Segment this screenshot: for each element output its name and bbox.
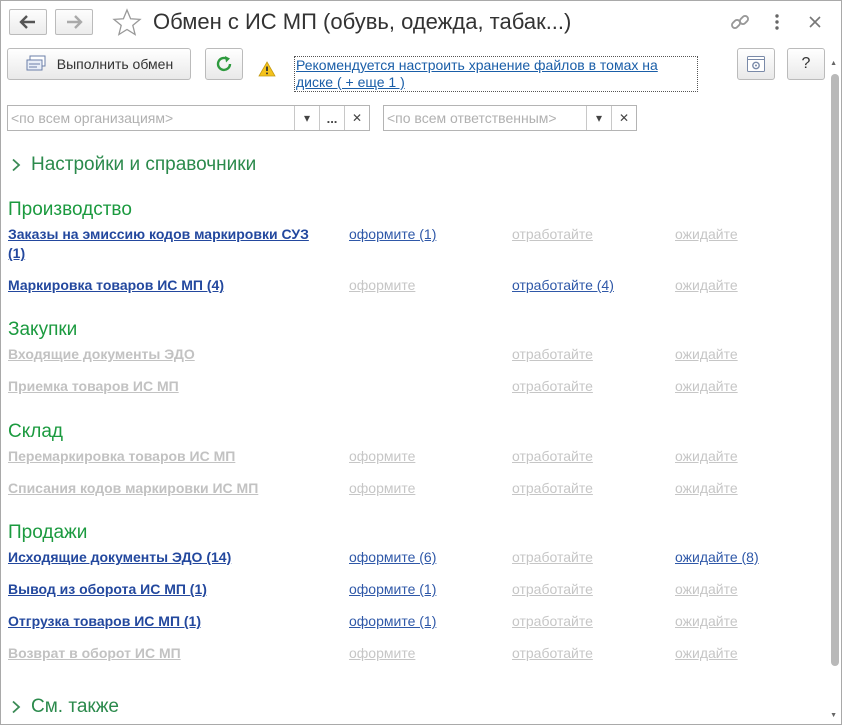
arrow-left-icon: [19, 15, 35, 29]
row-link-withdrawal[interactable]: Вывод из оборота ИС МП (1): [8, 580, 328, 599]
row-link-code-writeoffs[interactable]: Списания кодов маркировки ИС МП: [8, 479, 328, 498]
action-wait-link[interactable]: ожидайте: [675, 479, 738, 498]
exchange-button[interactable]: Выполнить обмен: [7, 48, 191, 80]
organization-filter[interactable]: <по всем организациям> ▾ ... ✕: [7, 105, 370, 131]
exchange-button-label: Выполнить обмен: [56, 56, 174, 72]
chevron-down-icon: ▾: [595, 111, 603, 125]
organization-select-button[interactable]: ...: [319, 106, 344, 130]
warning-icon: [258, 61, 276, 80]
row-link-goods-acceptance[interactable]: Приемка товаров ИС МП: [8, 377, 328, 396]
close-button[interactable]: [803, 10, 827, 34]
action-process-link[interactable]: отработайте: [512, 580, 593, 599]
row-link-goods-marking[interactable]: Маркировка товаров ИС МП (4): [8, 276, 328, 295]
action-wait-link[interactable]: ожидайте: [675, 225, 738, 244]
action-wait-link[interactable]: ожидайте: [675, 377, 738, 396]
action-wait-link[interactable]: ожидайте: [675, 447, 738, 466]
action-process-link[interactable]: отработайте: [512, 345, 593, 364]
star-icon: [112, 8, 142, 36]
window-frame: Обмен с ИС МП (обувь, одежда, табак...) …: [0, 0, 842, 725]
row-link-return-to-circulation[interactable]: Возврат в оборот ИС МП: [8, 644, 328, 663]
action-process-link[interactable]: отработайте: [512, 548, 593, 567]
action-process-link[interactable]: отработайте: [512, 447, 593, 466]
action-register-link[interactable]: оформите (1): [349, 580, 436, 599]
action-register-link[interactable]: оформите: [349, 479, 415, 498]
more-vertical-icon: [775, 14, 779, 30]
refresh-icon: [216, 56, 232, 72]
favorite-button[interactable]: [112, 8, 142, 39]
action-process-link[interactable]: отработайте: [512, 644, 593, 663]
help-button-label: ?: [801, 55, 811, 72]
action-register-link[interactable]: оформите: [349, 276, 415, 295]
storage-notice-link[interactable]: Рекомендуется настроить хранение файлов …: [294, 56, 698, 92]
action-register-link[interactable]: оформите: [349, 447, 415, 466]
row-link-shipment[interactable]: Отгрузка товаров ИС МП (1): [8, 612, 328, 631]
forward-button[interactable]: [55, 9, 93, 35]
action-register-link[interactable]: оформите (6): [349, 548, 436, 567]
action-wait-link[interactable]: ожидайте (8): [675, 548, 759, 567]
action-register-link[interactable]: оформите (1): [349, 612, 436, 631]
see-also-toggle[interactable]: См. также: [11, 696, 119, 718]
settings-group-toggle[interactable]: Настройки и справочники: [11, 154, 256, 176]
section-title-sales: Продажи: [8, 522, 88, 543]
settings-group-label: Настройки и справочники: [31, 154, 257, 175]
organization-filter-placeholder[interactable]: <по всем организациям>: [8, 106, 294, 130]
close-icon: [809, 16, 821, 28]
section-title-purchases: Закупки: [8, 319, 78, 340]
storage-notice-text: Рекомендуется настроить хранение файлов …: [296, 57, 658, 90]
action-process-link[interactable]: отработайте: [512, 377, 593, 396]
action-process-link[interactable]: отработайте: [512, 479, 593, 498]
row-link-outgoing-edo[interactable]: Исходящие документы ЭДО (14): [8, 548, 328, 567]
clear-icon: ✕: [618, 111, 630, 125]
action-register-link[interactable]: оформите: [349, 644, 415, 663]
action-wait-link[interactable]: ожидайте: [675, 644, 738, 663]
settings-icon: [747, 56, 765, 72]
exchange-icon: [26, 55, 46, 71]
row-link-emission-orders[interactable]: Заказы на эмиссию кодов маркировки СУЗ (…: [8, 225, 328, 263]
clear-icon: ✕: [351, 111, 363, 125]
action-wait-link[interactable]: ожидайте: [675, 276, 738, 295]
row-link-incoming-edo[interactable]: Входящие документы ЭДО: [8, 345, 328, 364]
action-wait-link[interactable]: ожидайте: [675, 612, 738, 631]
help-button[interactable]: ?: [787, 48, 825, 80]
scroll-up-icon[interactable]: ▲: [830, 60, 837, 67]
scrollbar-thumb[interactable]: [831, 74, 839, 666]
section-title-warehouse: Склад: [8, 421, 63, 442]
responsible-filter-placeholder[interactable]: <по всем ответственным>: [384, 106, 586, 130]
responsible-filter[interactable]: <по всем ответственным> ▾ ✕: [383, 105, 637, 131]
link-button[interactable]: [728, 10, 752, 34]
scroll-down-icon[interactable]: ▼: [830, 712, 837, 719]
chevron-right-icon: [12, 158, 21, 172]
action-register-link[interactable]: оформите (1): [349, 225, 436, 244]
arrow-right-icon: [67, 15, 83, 29]
action-process-link[interactable]: отработайте: [512, 612, 593, 631]
action-process-link[interactable]: отработайте: [512, 225, 593, 244]
back-button[interactable]: [9, 9, 47, 35]
section-title-production: Производство: [8, 199, 132, 220]
action-process-link[interactable]: отработайте (4): [512, 276, 614, 295]
responsible-dropdown-button[interactable]: ▾: [586, 106, 611, 130]
row-link-remarking[interactable]: Перемаркировка товаров ИС МП: [8, 447, 328, 466]
see-also-label: См. также: [31, 696, 119, 717]
action-wait-link[interactable]: ожидайте: [675, 345, 738, 364]
organization-select-label: ...: [326, 110, 338, 126]
chevron-down-icon: ▾: [303, 111, 311, 125]
link-icon: [731, 15, 749, 29]
responsible-clear-button[interactable]: ✕: [611, 106, 636, 130]
chevron-right-icon: [12, 700, 21, 714]
organization-dropdown-button[interactable]: ▾: [294, 106, 319, 130]
refresh-button[interactable]: [205, 48, 243, 80]
organization-clear-button[interactable]: ✕: [344, 106, 369, 130]
action-wait-link[interactable]: ожидайте: [675, 580, 738, 599]
settings-button[interactable]: [737, 48, 775, 80]
more-button[interactable]: [765, 10, 789, 34]
window-title: Обмен с ИС МП (обувь, одежда, табак...): [153, 9, 572, 34]
